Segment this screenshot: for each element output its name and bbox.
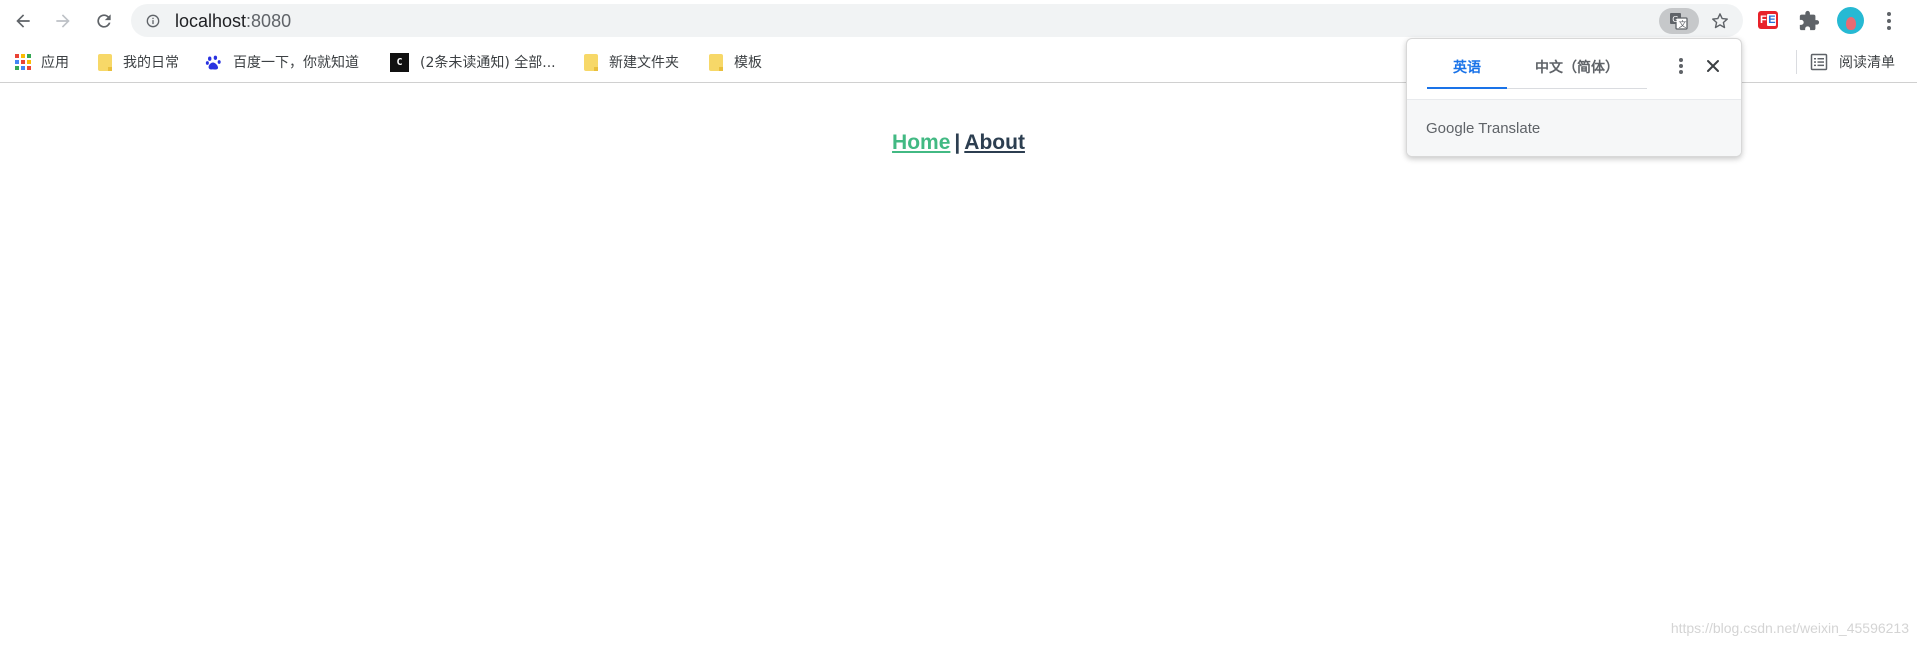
bookmark-csdn-notifications[interactable]: C (2条未读通知) 全部... bbox=[390, 50, 556, 74]
browser-toolbar: localhost:8080 G 文 FE bbox=[0, 0, 1917, 41]
bookmark-folder-new[interactable]: 新建文件夹 bbox=[584, 50, 679, 74]
reload-icon bbox=[97, 14, 111, 28]
fe-extension-letter-f: F bbox=[1759, 14, 1767, 26]
extensions-puzzle-icon[interactable] bbox=[1798, 10, 1820, 32]
bookmark-label: 模板 bbox=[734, 55, 762, 71]
reading-list-icon bbox=[1810, 53, 1828, 71]
reload-button[interactable] bbox=[89, 6, 119, 36]
fe-extension-icon[interactable]: FE bbox=[1758, 11, 1778, 29]
svg-text:文: 文 bbox=[1679, 19, 1687, 29]
about-link[interactable]: About bbox=[964, 131, 1025, 154]
folder-icon bbox=[709, 53, 723, 71]
arrow-left-icon bbox=[16, 14, 30, 28]
bookmark-folder-template[interactable]: 模板 bbox=[709, 50, 762, 74]
bookmark-label: 我的日常 bbox=[123, 55, 179, 71]
info-icon[interactable] bbox=[146, 14, 160, 28]
translate-page-button[interactable]: G 文 bbox=[1659, 8, 1699, 34]
bookmark-label: 新建文件夹 bbox=[609, 55, 679, 71]
reading-list-label: 阅读清单 bbox=[1839, 55, 1895, 71]
apps-grid-icon bbox=[15, 54, 31, 70]
translate-popup-footer: Google Translate bbox=[1407, 99, 1741, 156]
translate-icon: G 文 bbox=[1670, 13, 1688, 30]
bookmark-label: (2条未读通知) 全部... bbox=[420, 55, 556, 71]
csdn-icon: C bbox=[390, 52, 409, 72]
folder-icon bbox=[584, 53, 598, 71]
close-icon[interactable] bbox=[1704, 57, 1722, 75]
bookmark-folder-daily[interactable]: 我的日常 bbox=[98, 50, 179, 74]
url-text[interactable]: localhost:8080 bbox=[175, 11, 291, 32]
address-bar[interactable]: localhost:8080 G 文 bbox=[131, 4, 1743, 37]
home-link[interactable]: Home bbox=[892, 131, 950, 154]
fe-extension-letter-e: E bbox=[1767, 14, 1777, 26]
profile-avatar[interactable] bbox=[1837, 7, 1864, 34]
forward-button[interactable] bbox=[48, 6, 78, 36]
kebab-menu-icon[interactable] bbox=[1880, 10, 1898, 32]
avatar-figure bbox=[1845, 17, 1856, 30]
folder-icon bbox=[98, 53, 112, 71]
back-button[interactable] bbox=[8, 6, 38, 36]
tab-target-language[interactable]: 中文（简体） bbox=[1507, 57, 1647, 89]
bookmark-star-icon[interactable] bbox=[1710, 11, 1730, 31]
tab-source-language[interactable]: 英语 bbox=[1427, 57, 1507, 89]
bookmark-label: 百度一下，你就知道 bbox=[233, 55, 359, 71]
translate-popup: 英语 中文（简体） Google Translate bbox=[1406, 38, 1742, 157]
url-port: :8080 bbox=[246, 11, 292, 31]
reading-list-button[interactable]: 阅读清单 bbox=[1810, 50, 1895, 74]
arrow-right-icon bbox=[56, 14, 70, 28]
bookmark-baidu[interactable]: 百度一下，你就知道 bbox=[205, 50, 359, 74]
divider bbox=[1796, 50, 1797, 74]
baidu-paw-icon bbox=[205, 55, 221, 70]
url-host: localhost bbox=[175, 11, 247, 31]
nav-separator: | bbox=[954, 131, 961, 154]
translate-popup-header: 英语 中文（简体） bbox=[1407, 39, 1741, 98]
more-options-icon[interactable] bbox=[1671, 55, 1691, 77]
bookmark-apps[interactable]: 应用 bbox=[15, 50, 69, 74]
watermark: https://blog.csdn.net/weixin_45596213 bbox=[1670, 620, 1909, 636]
google-translate-brand: Google Translate bbox=[1426, 120, 1541, 137]
bookmark-label: 应用 bbox=[41, 55, 69, 71]
